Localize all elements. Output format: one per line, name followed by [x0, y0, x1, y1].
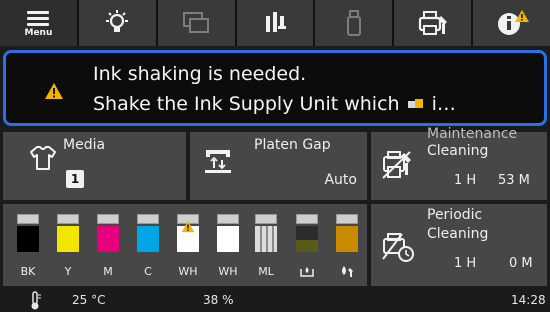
ink-label: Y — [64, 265, 72, 278]
temperature-readout: 25 °C — [72, 293, 106, 307]
ink-label: M — [103, 265, 113, 278]
warning-icon — [45, 83, 63, 99]
waste-ink-icon — [300, 267, 314, 277]
media-number-badge: 1 — [66, 170, 84, 188]
cleaning-label: Cleaning — [427, 143, 489, 159]
platen-gap-label: Platen Gap — [254, 137, 331, 153]
ink-level-fill — [17, 226, 39, 252]
media-panel[interactable]: Media 1 — [3, 132, 186, 200]
ink-well — [255, 226, 277, 252]
periodic-cleaning-label: Cleaning — [427, 226, 489, 242]
ink-label: BK — [20, 265, 36, 278]
info-alert-button[interactable] — [473, 0, 550, 46]
clock-readout: 14:28 — [511, 293, 546, 307]
ink-shake-icon — [407, 99, 423, 108]
alert-message-line1: Ink shaking is needed. — [93, 63, 307, 85]
ink-label: WH — [178, 265, 198, 278]
usb-button[interactable] — [315, 0, 393, 46]
light-button[interactable] — [78, 0, 156, 46]
ink-level-fill — [57, 226, 79, 252]
ink-well — [177, 220, 199, 252]
cleaning-liquid-icon — [342, 266, 353, 277]
humidity-readout: 38 % — [203, 293, 234, 307]
status-bar: 25 °C 38 % 14:28 — [0, 289, 550, 312]
maintenance-cleaning-icon — [382, 151, 411, 179]
ink-level-fill — [97, 226, 119, 252]
periodic-cleaning-icon — [382, 233, 414, 262]
ink-cartridge — [97, 214, 119, 252]
periodic-label: Periodic — [427, 207, 483, 223]
printer-maintenance-icon — [418, 11, 447, 35]
ink-cartridge — [137, 214, 159, 252]
warning-icon — [181, 220, 195, 233]
alert-message-line2: Shake the Ink Supply Unit which i… — [93, 93, 456, 115]
menu-icon — [27, 8, 50, 29]
ink-cartridge — [255, 214, 277, 252]
ink-label — [332, 265, 362, 280]
ink-stripe — [272, 226, 274, 252]
ink-label: WH — [218, 265, 238, 278]
periodic-minutes: 0 M — [509, 256, 533, 271]
periodic-hours: 1 H — [454, 256, 477, 271]
ink-cartridge — [296, 214, 318, 252]
ink-label: C — [144, 265, 152, 278]
platen-gap-panel[interactable]: Platen Gap Auto — [190, 132, 367, 200]
printer-maintenance-button[interactable] — [394, 0, 472, 46]
ink-cartridge — [17, 214, 39, 252]
ink-stripe — [266, 226, 268, 252]
maintenance-label: Maintenance — [427, 126, 518, 142]
ink-well — [97, 226, 119, 252]
ink-well — [296, 226, 318, 252]
maintenance-hours: 1 H — [454, 173, 477, 188]
ink-cap — [217, 214, 239, 224]
nozzle-icon — [266, 12, 286, 32]
platen-gap-icon — [205, 150, 231, 173]
ink-label: ML — [258, 265, 274, 278]
ink-cap — [137, 214, 159, 224]
alert-message-start: Shake the Ink Supply Unit which — [93, 93, 400, 115]
ink-cap — [296, 214, 318, 224]
usb-drive-icon — [346, 10, 361, 36]
light-bulb-icon — [106, 10, 129, 32]
shirt-icon — [30, 146, 56, 170]
ink-stripe — [260, 226, 262, 252]
alert-message-end: i… — [431, 93, 456, 115]
menu-button[interactable]: Menu — [0, 0, 77, 46]
ink-cartridge — [177, 214, 199, 252]
ink-level-fill — [296, 240, 318, 252]
media-label: Media — [63, 137, 106, 153]
maintenance-cleaning-panel[interactable]: Maintenance Cleaning 1 H 53 M — [371, 126, 547, 200]
top-toolbar: Menu — [0, 0, 550, 46]
ink-label — [292, 265, 322, 280]
ink-cap — [336, 214, 358, 224]
thermometer-icon — [31, 291, 41, 310]
ink-well — [17, 226, 39, 252]
ink-cartridge — [217, 214, 239, 252]
ink-cartridge — [336, 214, 358, 252]
ink-well — [137, 226, 159, 252]
ink-cartridge — [57, 214, 79, 252]
menu-label: Menu — [24, 28, 53, 38]
info-alert-icon — [497, 10, 529, 35]
ink-level-fill — [336, 226, 358, 252]
ink-well — [57, 226, 79, 252]
maintenance-minutes: 53 M — [498, 173, 530, 188]
ink-level-fill — [217, 226, 239, 252]
window-icon — [183, 12, 210, 33]
ink-level-fill — [137, 226, 159, 252]
window-button[interactable] — [157, 0, 235, 46]
ink-levels-panel[interactable]: BK Y M C WH WH ML — [3, 204, 367, 286]
ink-cap — [255, 214, 277, 224]
ink-well — [217, 226, 239, 252]
alert-banner[interactable]: Ink shaking is needed. Shake the Ink Sup… — [3, 50, 547, 126]
periodic-cleaning-panel[interactable]: Periodic Cleaning 1 H 0 M — [371, 204, 547, 286]
platen-gap-value: Auto — [324, 172, 357, 188]
ink-cap — [57, 214, 79, 224]
ink-cap — [17, 214, 39, 224]
nozzle-button[interactable] — [236, 0, 314, 46]
ink-well — [336, 226, 358, 252]
ink-cap — [97, 214, 119, 224]
